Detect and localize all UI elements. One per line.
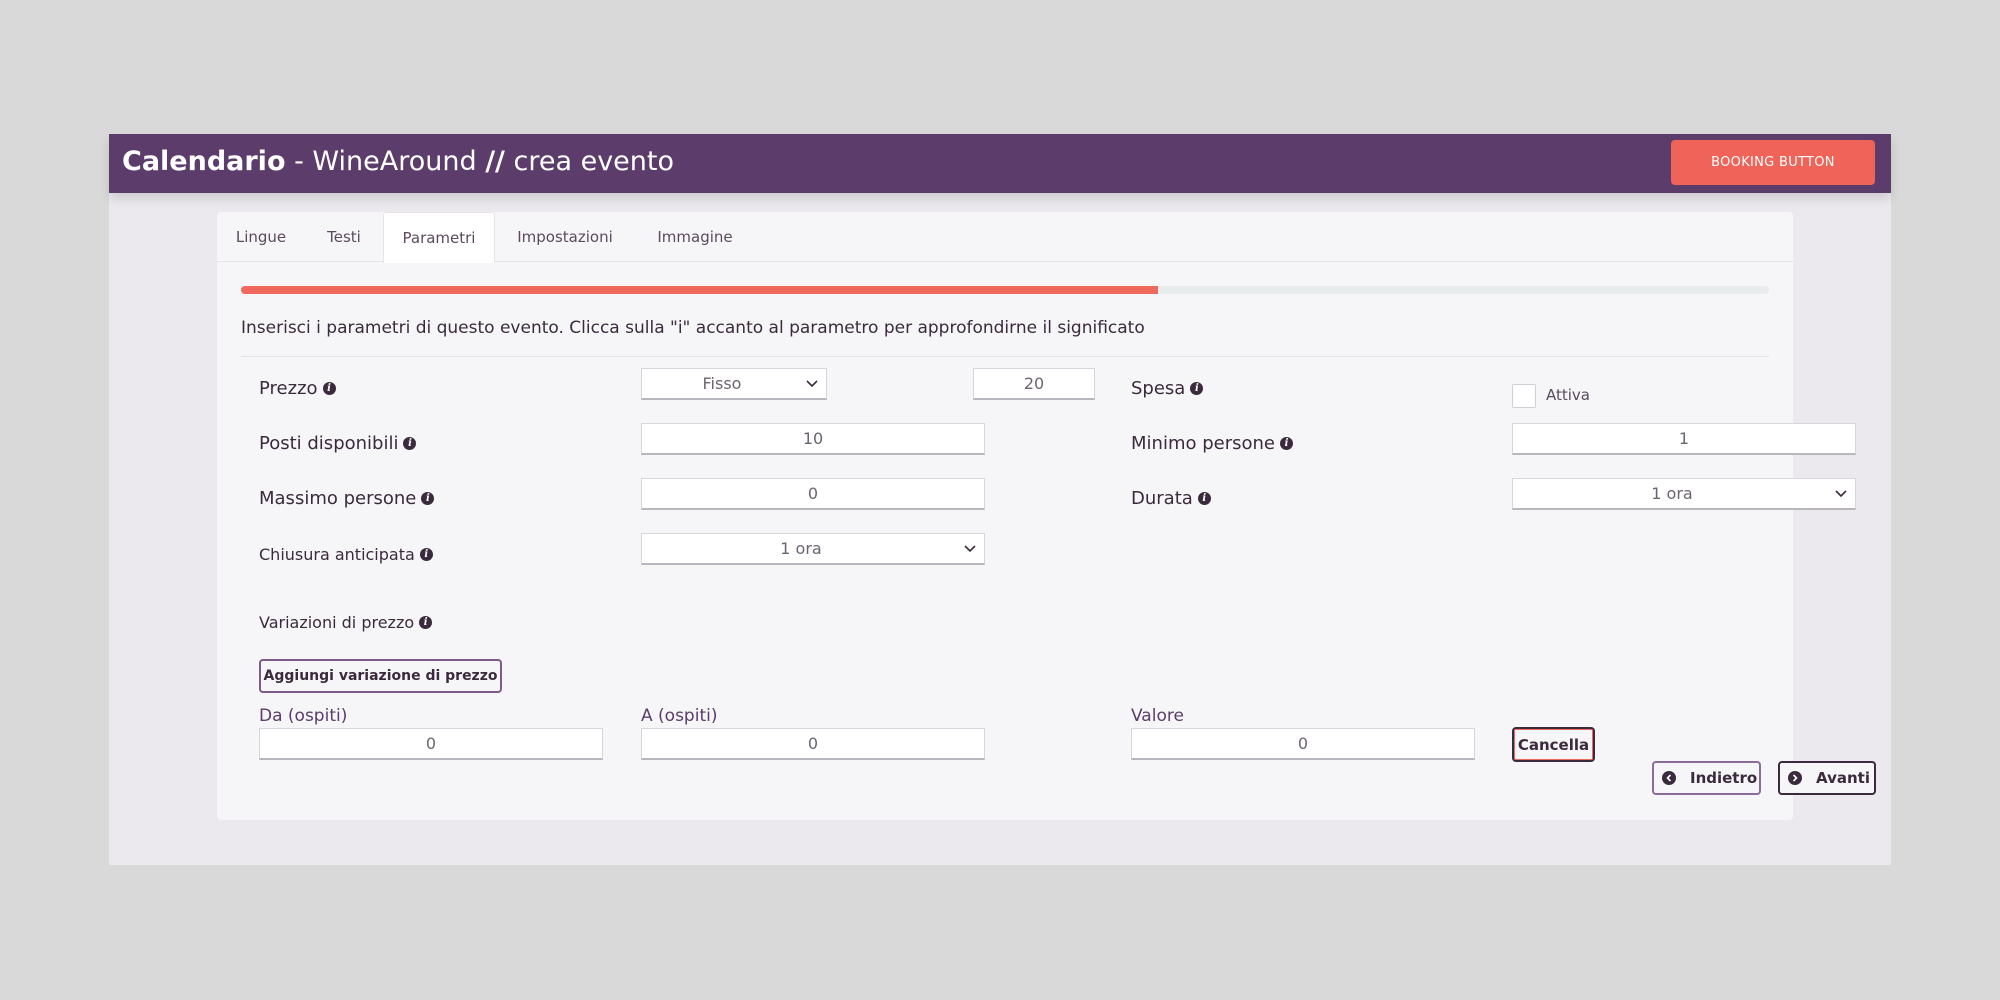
- title-separator: //: [485, 146, 505, 177]
- da-label: Da (ospiti): [259, 706, 348, 726]
- back-button-label: Indietro: [1690, 769, 1758, 787]
- variazioni-label-text: Variazioni di prezzo: [259, 613, 415, 632]
- chiusura-label: Chiusura anticipata i: [259, 545, 433, 564]
- tab-impostazioni[interactable]: Impostazioni: [495, 212, 635, 263]
- intro-text: Inserisci i parametri di questo evento. …: [241, 318, 1145, 338]
- massimo-input[interactable]: 0: [641, 478, 985, 510]
- booking-button[interactable]: BOOKING BUTTON: [1671, 140, 1875, 185]
- back-button[interactable]: Indietro: [1652, 761, 1761, 795]
- tab-parametri[interactable]: Parametri: [383, 212, 495, 263]
- tab-testi[interactable]: Testi: [305, 212, 383, 263]
- spesa-checkbox[interactable]: [1512, 384, 1536, 408]
- durata-label: Durata i: [1131, 488, 1211, 509]
- info-icon[interactable]: i: [419, 616, 433, 629]
- info-icon[interactable]: i: [1190, 382, 1204, 395]
- posti-input[interactable]: 10: [641, 423, 985, 455]
- minimo-label: Minimo persone i: [1131, 433, 1293, 454]
- chevron-down-icon: [806, 380, 818, 388]
- a-input[interactable]: 0: [641, 728, 985, 760]
- prezzo-amount-input[interactable]: 20: [973, 368, 1095, 400]
- durata-label-text: Durata: [1131, 488, 1193, 509]
- info-icon[interactable]: i: [421, 492, 435, 505]
- divider: [241, 356, 1769, 357]
- chiusura-select[interactable]: 1 ora: [641, 533, 985, 565]
- minimo-label-text: Minimo persone: [1131, 433, 1275, 454]
- chevron-down-icon: [1835, 490, 1847, 498]
- chevron-down-icon: [964, 545, 976, 553]
- progress-fill: [241, 286, 1158, 294]
- valore-input[interactable]: 0: [1131, 728, 1475, 760]
- title-action: crea evento: [504, 146, 675, 177]
- durata-select[interactable]: 1 ora: [1512, 478, 1856, 510]
- massimo-label: Massimo persone i: [259, 488, 435, 509]
- spesa-label: Spesa i: [1131, 378, 1204, 399]
- title-bold: Calendario: [122, 146, 286, 177]
- top-bar: Calendario - WineAround // crea evento B…: [109, 134, 1891, 193]
- a-label: A (ospiti): [641, 706, 718, 726]
- chiusura-value: 1 ora: [780, 539, 822, 558]
- app-window: Calendario - WineAround // crea evento B…: [109, 134, 1891, 865]
- variazioni-label: Variazioni di prezzo i: [259, 613, 433, 632]
- massimo-label-text: Massimo persone: [259, 488, 417, 509]
- add-price-variation-button[interactable]: Aggiungi variazione di prezzo: [259, 659, 502, 693]
- da-input[interactable]: 0: [259, 728, 603, 760]
- cancel-variation-button[interactable]: Cancella: [1512, 727, 1595, 762]
- chiusura-label-text: Chiusura anticipata: [259, 545, 415, 564]
- info-icon[interactable]: i: [1197, 492, 1211, 505]
- tab-lingue[interactable]: Lingue: [217, 212, 305, 263]
- minimo-input[interactable]: 1: [1512, 423, 1856, 455]
- progress-bar: [241, 286, 1769, 294]
- form-card: Lingue Testi Parametri Impostazioni Imma…: [217, 212, 1876, 820]
- tab-immagine[interactable]: Immagine: [635, 212, 755, 263]
- valore-label: Valore: [1131, 706, 1184, 726]
- durata-value: 1 ora: [1651, 484, 1693, 503]
- page-title: Calendario - WineAround // crea evento: [122, 146, 674, 177]
- tab-bar: Lingue Testi Parametri Impostazioni Imma…: [217, 212, 1793, 263]
- info-icon[interactable]: i: [403, 437, 417, 450]
- info-icon[interactable]: i: [1279, 437, 1293, 450]
- prezzo-type-value: Fisso: [702, 374, 742, 393]
- chevron-left-icon: [1662, 771, 1676, 785]
- info-icon[interactable]: i: [322, 382, 336, 395]
- spesa-label-text: Spesa: [1131, 378, 1186, 399]
- next-button[interactable]: Avanti: [1778, 761, 1876, 795]
- title-app-name: - WineAround: [285, 146, 486, 177]
- info-icon[interactable]: i: [419, 548, 433, 561]
- prezzo-label: Prezzo i: [259, 378, 336, 399]
- posti-label-text: Posti disponibili: [259, 433, 399, 454]
- spesa-checkbox-label: Attiva: [1546, 386, 1590, 404]
- prezzo-type-select[interactable]: Fisso: [641, 368, 827, 400]
- prezzo-label-text: Prezzo: [259, 378, 318, 399]
- chevron-right-icon: [1788, 771, 1802, 785]
- next-button-label: Avanti: [1816, 769, 1870, 787]
- posti-label: Posti disponibili i: [259, 433, 417, 454]
